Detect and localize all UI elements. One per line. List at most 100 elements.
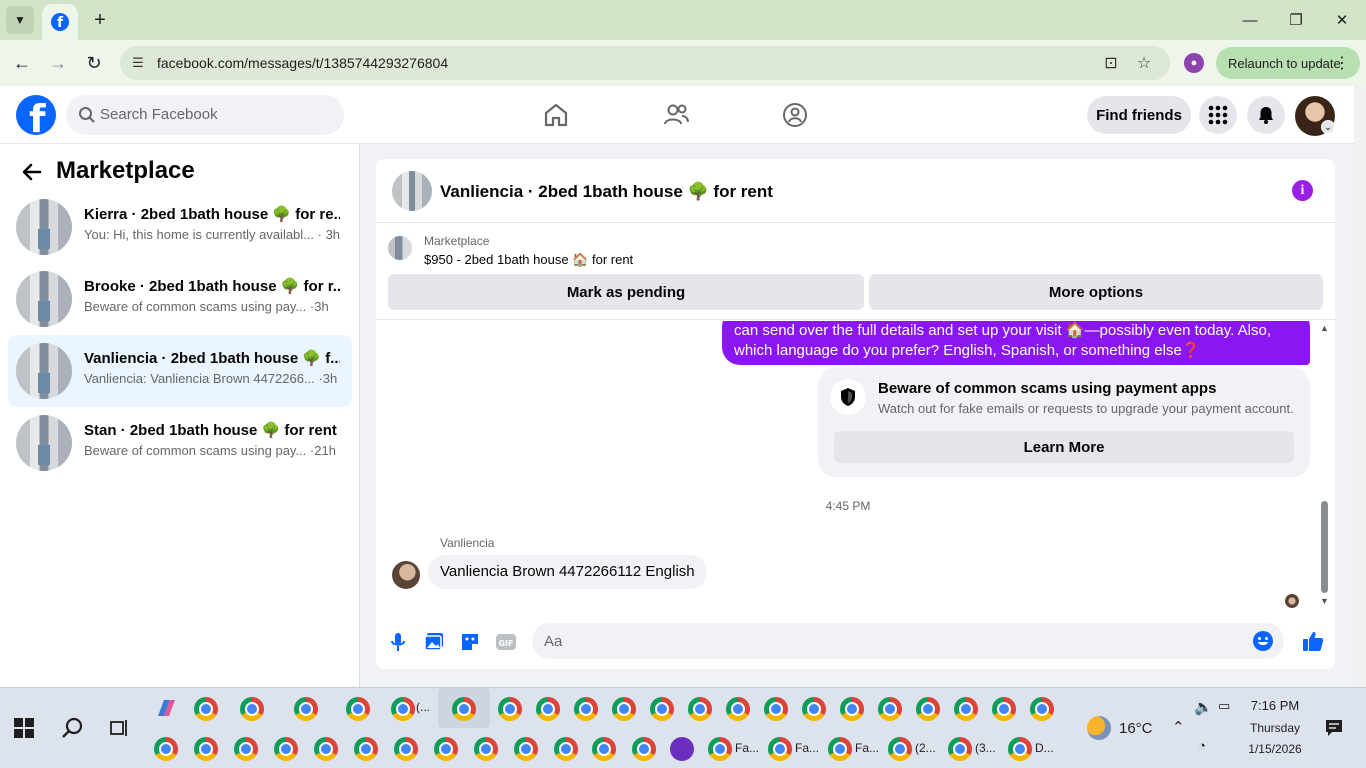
new-tab-plus-icon[interactable]: +	[88, 8, 112, 32]
conversation-item[interactable]: Kierra · 2bed 1bath house 🌳 for re... Yo…	[8, 191, 352, 263]
install-app-icon[interactable]: ⊡	[1101, 53, 1121, 73]
weather-icon[interactable]	[1087, 716, 1111, 740]
conversation-item[interactable]: Brooke · 2bed 1bath house 🌳 for r... Bew…	[8, 263, 352, 335]
home-icon[interactable]	[542, 101, 570, 129]
microphone-icon[interactable]	[387, 631, 409, 653]
sticker-icon[interactable]	[459, 631, 481, 653]
chrome-icon[interactable]	[314, 737, 338, 761]
chevron-up-icon[interactable]: ⌃	[1172, 718, 1185, 736]
groups-icon[interactable]	[781, 101, 809, 129]
chrome-icon[interactable]	[514, 737, 538, 761]
chrome-icon[interactable]	[768, 737, 792, 761]
chrome-icon[interactable]	[1030, 697, 1054, 721]
chrome-icon[interactable]	[954, 697, 978, 721]
chat-title[interactable]: Vanliencia · 2bed 1bath house 🌳 for rent	[440, 182, 773, 202]
chrome-icon[interactable]	[234, 737, 258, 761]
chrome-icon[interactable]	[434, 737, 458, 761]
restore-icon[interactable]: ❐	[1284, 8, 1308, 32]
chrome-icon[interactable]	[346, 697, 370, 721]
chrome-icon[interactable]	[948, 737, 972, 761]
conversation-item-active[interactable]: Vanliencia · 2bed 1bath house 🌳 f... Van…	[8, 335, 352, 407]
forward-nav-icon[interactable]: →	[46, 51, 70, 75]
message-input[interactable]: Aa	[532, 623, 1284, 659]
clock-date[interactable]: 1/15/2026	[1240, 742, 1310, 756]
temperature[interactable]: 16°C	[1119, 720, 1153, 737]
tab-search-chevron-icon[interactable]: ▼	[6, 6, 34, 34]
listing-price-title[interactable]: $950 - 2bed 1bath house 🏠 for rent	[424, 252, 633, 268]
facebook-logo-icon[interactable]: f	[16, 95, 56, 135]
reload-icon[interactable]: ↻	[82, 51, 106, 75]
taskbar-window-label[interactable]: D...	[1035, 741, 1054, 755]
sender-avatar[interactable]	[392, 561, 420, 589]
copilot-icon[interactable]	[154, 696, 178, 720]
conversation-item[interactable]: Stan · 2bed 1bath house 🌳 for rent Bewar…	[8, 407, 352, 479]
chrome-icon[interactable]	[632, 737, 656, 761]
chrome-icon[interactable]	[828, 737, 852, 761]
chrome-icon[interactable]	[354, 737, 378, 761]
chrome-icon[interactable]	[612, 697, 636, 721]
chat-listing-thumbnail[interactable]	[392, 171, 432, 211]
friends-icon[interactable]	[662, 101, 690, 129]
notification-center-icon[interactable]	[1324, 718, 1344, 738]
chrome-icon[interactable]	[452, 697, 476, 721]
bookmark-star-icon[interactable]: ☆	[1134, 53, 1154, 73]
chrome-icon[interactable]	[916, 697, 940, 721]
url-text[interactable]: facebook.com/messages/t/1385744293276804	[157, 55, 448, 71]
page-scrollbar[interactable]	[1354, 86, 1366, 687]
wifi-icon[interactable]: ◔	[1198, 738, 1206, 753]
chrome-icon[interactable]	[592, 737, 616, 761]
clock-day[interactable]: Thursday	[1240, 721, 1310, 735]
chrome-icon[interactable]	[498, 697, 522, 721]
taskbar-window-label[interactable]: Fa...	[735, 741, 759, 755]
clock-time[interactable]: 7:16 PM	[1240, 698, 1310, 713]
infinity-app-icon[interactable]	[670, 737, 694, 761]
close-window-icon[interactable]: ✕	[1330, 8, 1354, 32]
extension-icon[interactable]: ●	[1184, 53, 1204, 73]
task-view-icon[interactable]	[109, 717, 131, 739]
mark-as-pending-button[interactable]: Mark as pending	[388, 274, 864, 310]
taskbar-window-label[interactable]: (2...	[915, 741, 936, 755]
chrome-icon[interactable]	[474, 737, 498, 761]
speaker-icon[interactable]: 🔈	[1194, 698, 1213, 716]
listing-small-thumbnail[interactable]	[388, 236, 412, 260]
chrome-icon[interactable]	[154, 737, 178, 761]
find-friends-button[interactable]: Find friends	[1087, 96, 1191, 134]
emoji-icon[interactable]	[1252, 630, 1274, 652]
chrome-icon[interactable]	[802, 697, 826, 721]
notifications-bell-icon[interactable]	[1247, 96, 1285, 134]
chrome-icon[interactable]	[554, 737, 578, 761]
chevron-down-icon[interactable]: ⌄	[1321, 120, 1335, 134]
chrome-icon[interactable]	[240, 697, 264, 721]
chrome-icon[interactable]	[878, 697, 902, 721]
chrome-icon[interactable]	[274, 737, 298, 761]
chrome-icon[interactable]	[391, 697, 415, 721]
search-facebook-input[interactable]: Search Facebook	[66, 95, 344, 135]
battery-icon[interactable]: ▭	[1218, 698, 1230, 714]
back-nav-icon[interactable]: ←	[10, 51, 34, 75]
menu-dots-icon[interactable]: ⋮	[1334, 53, 1350, 73]
thumbs-up-icon[interactable]	[1301, 629, 1325, 653]
address-bar[interactable]: ☰ facebook.com/messages/t/13857442932768…	[120, 46, 1170, 80]
chrome-icon[interactable]	[536, 697, 560, 721]
scrollbar-thumb[interactable]	[1321, 501, 1328, 593]
chrome-icon[interactable]	[1008, 737, 1032, 761]
back-arrow-icon[interactable]	[20, 160, 44, 184]
chrome-icon[interactable]	[688, 697, 712, 721]
chrome-icon[interactable]	[194, 737, 218, 761]
menu-grid-icon[interactable]	[1199, 96, 1237, 134]
chrome-icon[interactable]	[708, 737, 732, 761]
more-options-button[interactable]: More options	[869, 274, 1323, 310]
chat-scrollbar[interactable]: ▲ ▼	[1316, 321, 1331, 611]
windows-start-icon[interactable]	[14, 718, 34, 738]
info-icon[interactable]: i	[1292, 180, 1313, 201]
site-info-icon[interactable]: ☰	[128, 53, 148, 73]
taskbar-window-label[interactable]: Fa...	[855, 741, 879, 755]
chrome-icon[interactable]	[194, 697, 218, 721]
taskbar-window-label[interactable]: (3...	[975, 741, 996, 755]
chrome-icon[interactable]	[650, 697, 674, 721]
chrome-icon[interactable]	[394, 737, 418, 761]
chrome-icon[interactable]	[888, 737, 912, 761]
learn-more-button[interactable]: Learn More	[834, 431, 1294, 463]
taskbar-window-label[interactable]: (...	[416, 700, 430, 714]
minimize-icon[interactable]: —	[1238, 8, 1262, 32]
